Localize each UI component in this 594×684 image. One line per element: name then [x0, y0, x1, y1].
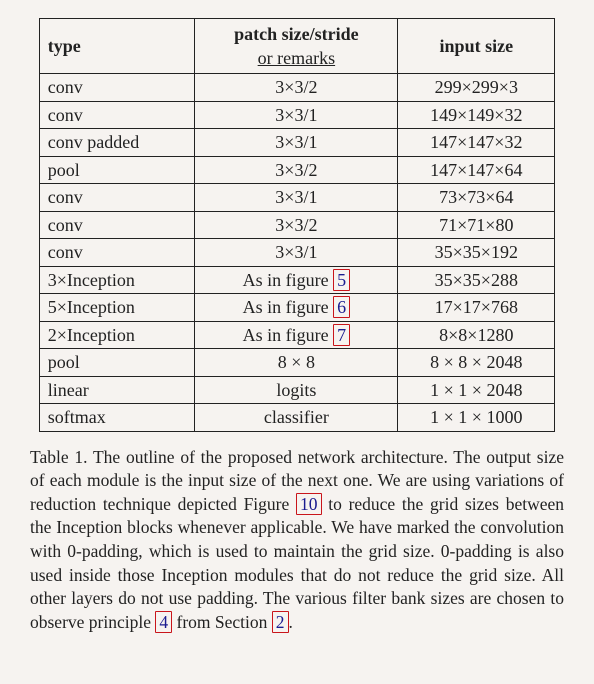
cell-type: conv — [39, 74, 195, 102]
cell-type: 3×Inception — [39, 266, 195, 294]
cell-patch: 3×3/1 — [195, 239, 398, 267]
cell-input: 147×147×32 — [398, 129, 555, 157]
table-row: 5×InceptionAs in figure 617×17×768 — [39, 294, 554, 322]
cell-type: 2×Inception — [39, 321, 195, 349]
cell-type: 5×Inception — [39, 294, 195, 322]
architecture-table: type patch size/stride or remarks input … — [39, 18, 555, 432]
cell-patch: 3×3/1 — [195, 129, 398, 157]
figure-ref-6[interactable]: 6 — [333, 296, 350, 318]
cell-input: 1 × 1 × 1000 — [398, 404, 555, 432]
figure-ref-7[interactable]: 7 — [333, 324, 350, 346]
table-row: 3×InceptionAs in figure 535×35×288 — [39, 266, 554, 294]
col-header-type: type — [39, 19, 195, 74]
section-ref-2[interactable]: 2 — [272, 611, 289, 633]
cell-input: 8×8×1280 — [398, 321, 555, 349]
cell-type: conv padded — [39, 129, 195, 157]
cell-patch-text: As in figure — [243, 297, 333, 317]
cell-patch: 3×3/2 — [195, 211, 398, 239]
table-caption: Table 1. The outline of the proposed net… — [30, 446, 564, 635]
header-type-text: type — [48, 36, 81, 56]
cell-input: 8 × 8 × 2048 — [398, 349, 555, 377]
caption-text-3: from Section — [172, 612, 272, 632]
cell-patch: 3×3/2 — [195, 156, 398, 184]
cell-patch: As in figure 6 — [195, 294, 398, 322]
cell-type: conv — [39, 239, 195, 267]
figure-ref-10[interactable]: 10 — [296, 493, 322, 515]
header-patch-remark: or remarks — [203, 47, 389, 70]
cell-patch: 3×3/1 — [195, 101, 398, 129]
cell-input: 147×147×64 — [398, 156, 555, 184]
cell-type: pool — [39, 349, 195, 377]
table-row: conv padded3×3/1147×147×32 — [39, 129, 554, 157]
cell-input: 35×35×288 — [398, 266, 555, 294]
table-row: conv3×3/1149×149×32 — [39, 101, 554, 129]
principle-ref-4[interactable]: 4 — [155, 611, 172, 633]
table-row: conv3×3/2299×299×3 — [39, 74, 554, 102]
cell-type: pool — [39, 156, 195, 184]
cell-input: 35×35×192 — [398, 239, 555, 267]
cell-patch: 3×3/2 — [195, 74, 398, 102]
table-row: conv3×3/135×35×192 — [39, 239, 554, 267]
table-row: conv3×3/271×71×80 — [39, 211, 554, 239]
cell-patch: As in figure 5 — [195, 266, 398, 294]
figure-ref-5[interactable]: 5 — [333, 269, 350, 291]
cell-type: conv — [39, 184, 195, 212]
table-body: conv3×3/2299×299×3conv3×3/1149×149×32con… — [39, 74, 554, 432]
cell-patch: As in figure 7 — [195, 321, 398, 349]
cell-patch: classifier — [195, 404, 398, 432]
cell-type: softmax — [39, 404, 195, 432]
col-header-patch: patch size/stride or remarks — [195, 19, 398, 74]
table-row: pool8 × 88 × 8 × 2048 — [39, 349, 554, 377]
cell-input: 17×17×768 — [398, 294, 555, 322]
header-patch-text: patch size/stride — [234, 24, 358, 44]
cell-patch: 8 × 8 — [195, 349, 398, 377]
header-input-text: input size — [440, 36, 514, 56]
cell-input: 71×71×80 — [398, 211, 555, 239]
cell-patch: 3×3/1 — [195, 184, 398, 212]
cell-input: 299×299×3 — [398, 74, 555, 102]
cell-type: conv — [39, 211, 195, 239]
table-row: pool3×3/2147×147×64 — [39, 156, 554, 184]
table-row: softmaxclassifier1 × 1 × 1000 — [39, 404, 554, 432]
cell-type: conv — [39, 101, 195, 129]
cell-patch: logits — [195, 376, 398, 404]
caption-text-4: . — [289, 612, 293, 632]
table-row: 2×InceptionAs in figure 78×8×1280 — [39, 321, 554, 349]
cell-type: linear — [39, 376, 195, 404]
table-row: linearlogits1 × 1 × 2048 — [39, 376, 554, 404]
cell-input: 73×73×64 — [398, 184, 555, 212]
cell-patch-text: As in figure — [243, 325, 333, 345]
caption-lead: Table 1. — [30, 447, 88, 467]
cell-input: 1 × 1 × 2048 — [398, 376, 555, 404]
table-row: conv3×3/173×73×64 — [39, 184, 554, 212]
col-header-input: input size — [398, 19, 555, 74]
cell-patch-text: As in figure — [243, 270, 333, 290]
cell-input: 149×149×32 — [398, 101, 555, 129]
